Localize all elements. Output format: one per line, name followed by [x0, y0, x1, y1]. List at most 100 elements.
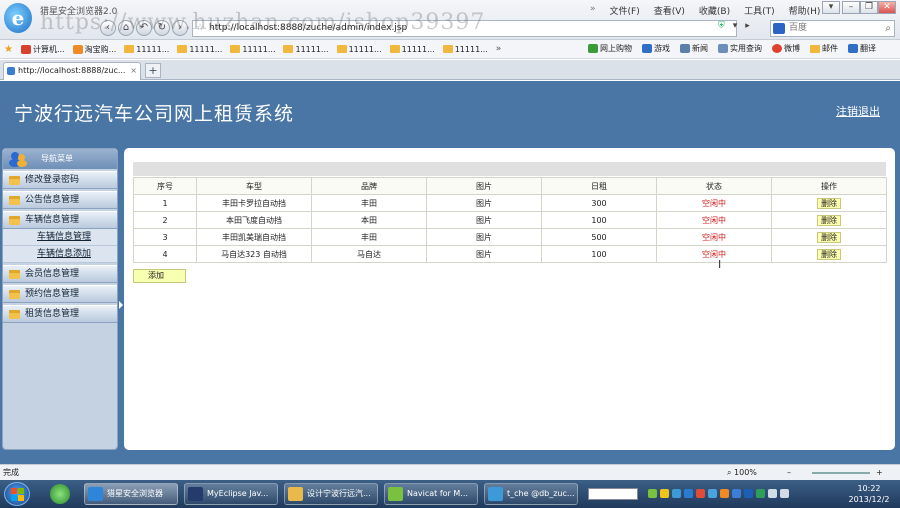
favorites-more-icon[interactable]: » — [496, 44, 502, 54]
volume-icon[interactable] — [780, 489, 789, 498]
delete-button[interactable]: 删除 — [817, 197, 841, 209]
logout-link[interactable]: 注销退出 — [836, 103, 880, 119]
menu-tools[interactable]: 工具(T) — [744, 4, 775, 17]
cell-rent: 300 — [541, 194, 657, 212]
favorite-lookup[interactable]: 实用查询 — [718, 43, 762, 54]
folder-icon — [283, 45, 294, 53]
task-myeclipse[interactable]: MyEclipse Jav... — [184, 483, 278, 505]
tray-icon[interactable] — [660, 489, 669, 498]
games-icon — [642, 44, 652, 53]
pinned-browser-icon[interactable] — [50, 484, 70, 504]
favorite-item[interactable]: 11111... — [336, 45, 382, 54]
menu-view[interactable]: 查看(V) — [654, 4, 685, 17]
cell-actions: 删除 — [771, 211, 887, 229]
sidebar-sub-vehicle-manage[interactable]: 车辆信息管理 — [3, 229, 117, 246]
task-folder[interactable]: 设计宁波行远汽... — [284, 483, 378, 505]
tray-icon[interactable] — [708, 489, 717, 498]
back-button[interactable]: ‹ — [100, 20, 116, 36]
tray-icon[interactable] — [672, 489, 681, 498]
folder-icon — [389, 45, 400, 53]
favorite-shopping[interactable]: 网上购物 — [588, 43, 632, 54]
col-status: 状态 — [656, 177, 772, 195]
translate-icon — [848, 44, 858, 53]
window-close-button[interactable]: ✕ — [878, 1, 896, 14]
window-minimize-button[interactable]: – — [842, 1, 860, 14]
window-maximize-button[interactable]: ❐ — [860, 1, 878, 14]
folder-icon — [336, 45, 347, 53]
task-browser[interactable]: 猎星安全浏览器 — [84, 483, 178, 505]
sidebar-item-members[interactable]: 会员信息管理 — [3, 265, 117, 283]
sidebar-sub-vehicle-add[interactable]: 车辆信息添加 — [3, 246, 117, 263]
menu-file[interactable]: 文件(F) — [610, 4, 640, 17]
network-icon[interactable] — [768, 489, 777, 498]
favorite-item[interactable]: 11111... — [177, 45, 222, 54]
cell-picture-link[interactable]: 图片 — [426, 211, 542, 229]
sidebar-item-rentals[interactable]: 租赁信息管理 — [3, 305, 117, 323]
favorite-item[interactable]: 计算机... — [20, 44, 65, 55]
col-picture: 图片 — [426, 177, 542, 195]
shield-icon[interactable]: ⛨ — [718, 21, 725, 31]
favorite-item[interactable]: 淘宝购... — [72, 44, 116, 55]
start-button[interactable] — [4, 482, 30, 506]
go-arrow-icon[interactable]: ▸ — [745, 21, 750, 31]
table-header-row: 序号 车型 品牌 图片 日租 状态 操作 — [133, 177, 887, 195]
admin-page: 宁波行远汽车公司网上租赁系统 注销退出 导航菜单 修改登录密码 公告信息管理 车… — [0, 81, 900, 464]
favorite-games[interactable]: 游戏 — [642, 43, 670, 54]
cell-picture-link[interactable]: 图片 — [426, 228, 542, 246]
delete-button[interactable]: 删除 — [817, 231, 841, 243]
cell-picture-link[interactable]: 图片 — [426, 245, 542, 263]
favorite-mail[interactable]: 邮件 — [810, 43, 838, 54]
tray-icon[interactable] — [720, 489, 729, 498]
address-dropdown-icon[interactable]: ▾ — [733, 21, 738, 31]
sidebar-item-reservations[interactable]: 预约信息管理 — [3, 285, 117, 303]
search-icon[interactable]: ⌕ — [885, 21, 891, 36]
tray-icon[interactable] — [696, 489, 705, 498]
zoom-slider[interactable] — [812, 472, 870, 474]
tray-icon[interactable] — [648, 489, 657, 498]
add-vehicle-button[interactable]: 添加 — [133, 269, 186, 283]
delete-button[interactable]: 删除 — [817, 214, 841, 226]
delete-button[interactable]: 删除 — [817, 248, 841, 260]
favorite-translate[interactable]: 翻译 — [848, 43, 876, 54]
menu-overflow-icon[interactable]: » — [590, 4, 596, 17]
windows-logo-shape — [18, 495, 24, 501]
task-navicat[interactable]: Navicat for M... — [384, 483, 478, 505]
favorite-weibo[interactable]: 微博 — [772, 43, 800, 54]
favorite-item[interactable]: 11111... — [124, 45, 169, 54]
search-box[interactable]: 百度 ⌕ — [770, 20, 895, 37]
tray-icon[interactable] — [684, 489, 693, 498]
taskbar-clock[interactable]: 10:22 2013/12/2 — [842, 483, 896, 505]
menu-help[interactable]: 帮助(H) — [789, 4, 821, 17]
favorite-news[interactable]: 新闻 — [680, 43, 708, 54]
sidebar-item-password[interactable]: 修改登录密码 — [3, 171, 117, 189]
tab-admin-index[interactable]: http://localhost:8888/zuc... × — [3, 62, 141, 80]
browser-logo-icon: e — [4, 3, 32, 33]
cell-model: 马自达323 自动挡 — [196, 245, 312, 263]
task-table[interactable]: t_che @db_zuc... — [484, 483, 578, 505]
home-button[interactable]: ⌂ — [118, 20, 134, 36]
address-url[interactable]: http://localhost:8888/zuche/admin/index.… — [209, 23, 407, 33]
menu-favorites[interactable]: 收藏(B) — [699, 4, 730, 17]
zoom-out-button[interactable]: – — [787, 465, 791, 480]
favorite-item[interactable]: 11111... — [230, 45, 275, 54]
undo-button[interactable]: ↶ — [136, 20, 152, 36]
tray-icon[interactable] — [744, 489, 753, 498]
sidebar-item-vehicles[interactable]: 车辆信息管理 — [3, 211, 117, 229]
new-tab-button[interactable]: + — [145, 63, 161, 78]
favorite-item[interactable]: 11111... — [442, 45, 488, 54]
address-bar[interactable]: ☆ http://localhost:8888/zuche/admin/inde… — [192, 20, 737, 37]
window-skin-icon[interactable]: ▾ — [822, 1, 840, 14]
favorite-item[interactable]: 11111... — [283, 45, 329, 54]
favorite-item[interactable]: 11111... — [389, 45, 435, 54]
favorites-star-icon[interactable]: ★ — [4, 44, 13, 55]
tray-icon[interactable] — [732, 489, 741, 498]
tab-close-icon[interactable]: × — [130, 63, 137, 79]
forward-button[interactable]: › — [172, 20, 188, 36]
cell-picture-link[interactable]: 图片 — [426, 194, 542, 212]
ime-input-box[interactable] — [588, 488, 638, 500]
zoom-in-button[interactable]: + — [876, 465, 883, 480]
tray-icon[interactable] — [756, 489, 765, 498]
zoom-indicator[interactable]: ⌕ 100% — [727, 465, 757, 480]
refresh-button[interactable]: ↻ — [154, 20, 170, 36]
sidebar-item-notices[interactable]: 公告信息管理 — [3, 191, 117, 209]
